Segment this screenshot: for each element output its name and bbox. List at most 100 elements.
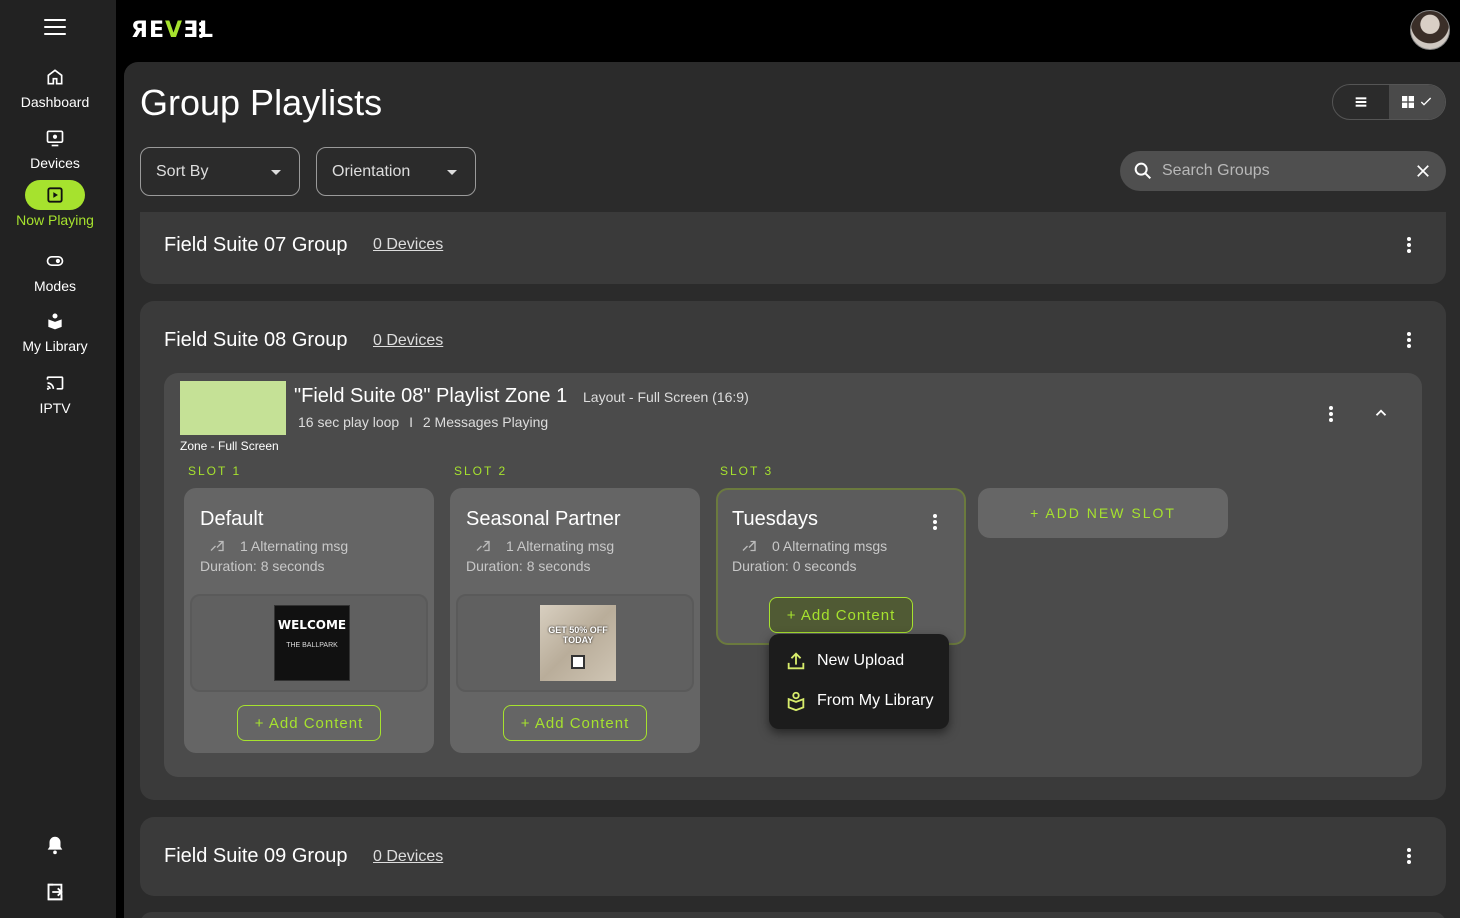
grid-icon bbox=[1402, 96, 1414, 108]
slot-more-icon[interactable] bbox=[928, 512, 942, 532]
zone-thumbnail bbox=[180, 381, 286, 435]
zone-title: "Field Suite 08" Playlist Zone 1 bbox=[294, 385, 568, 407]
group-card: Field Suite 09 Group 0 Devices bbox=[140, 817, 1446, 896]
group-name: Field Suite 09 Group bbox=[164, 845, 348, 867]
check-icon bbox=[1420, 97, 1432, 106]
sidebar-item-modes[interactable]: Modes bbox=[0, 246, 110, 294]
search-bar bbox=[1120, 151, 1446, 191]
sidebar-item-label: Now Playing bbox=[16, 212, 94, 228]
zone-separator: I bbox=[409, 414, 413, 430]
add-content-button[interactable]: + Add Content bbox=[503, 705, 647, 741]
chevron-down-icon bbox=[271, 170, 281, 175]
search-icon bbox=[1134, 162, 1152, 180]
shuffle-icon bbox=[476, 540, 490, 552]
zone-loop: 16 sec play loop bbox=[298, 414, 400, 430]
menu-item-from-library[interactable]: From My Library bbox=[785, 690, 933, 712]
page-title: Group Playlists bbox=[140, 82, 383, 123]
toggle-icon bbox=[25, 246, 85, 276]
orientation-select[interactable]: Orientation bbox=[316, 147, 476, 196]
sidebar-item-my-library[interactable]: My Library bbox=[0, 306, 110, 354]
close-icon[interactable] bbox=[1414, 162, 1432, 180]
shuffle-icon bbox=[742, 540, 756, 552]
display-icon bbox=[25, 123, 85, 153]
chevron-up-icon[interactable] bbox=[1372, 404, 1390, 422]
add-content-button[interactable]: + Add Content bbox=[237, 705, 381, 741]
group-devices-link[interactable]: 0 Devices bbox=[373, 236, 443, 254]
more-icon[interactable] bbox=[1402, 330, 1416, 350]
list-view-button[interactable] bbox=[1333, 85, 1389, 119]
sidebar-item-iptv[interactable]: IPTV bbox=[0, 368, 110, 416]
alternating-count: 1 Alternating msg bbox=[240, 538, 349, 554]
sidebar-item-label: Dashboard bbox=[20, 94, 90, 110]
slot-preview: GET 50% OFF TODAY bbox=[456, 594, 694, 692]
list-icon bbox=[1355, 97, 1367, 107]
content-thumbnail[interactable]: GET 50% OFF TODAY bbox=[540, 605, 616, 681]
group-devices-link[interactable]: 0 Devices bbox=[373, 332, 443, 350]
more-icon[interactable] bbox=[1402, 235, 1416, 255]
group-devices-link[interactable]: 0 Devices bbox=[373, 848, 443, 866]
add-content-button[interactable]: + Add Content bbox=[769, 597, 913, 633]
slot-label: SLOT 3 bbox=[720, 464, 774, 478]
home-icon bbox=[25, 62, 85, 92]
search-input[interactable] bbox=[1162, 162, 1402, 180]
add-new-slot-button[interactable]: + ADD NEW SLOT bbox=[978, 488, 1228, 538]
thumbnail-text: WELCOME bbox=[277, 618, 347, 632]
alternating-count: 1 Alternating msg bbox=[506, 538, 615, 554]
slot-duration: Duration: 0 seconds bbox=[732, 558, 857, 574]
more-icon[interactable] bbox=[1402, 846, 1416, 866]
logout-icon[interactable] bbox=[44, 881, 66, 903]
sort-by-select[interactable]: Sort By bbox=[140, 147, 300, 196]
sidebar-item-label: Modes bbox=[33, 278, 77, 294]
logo-accent: V bbox=[164, 18, 183, 43]
slot-label: SLOT 2 bbox=[454, 464, 508, 478]
shuffle-icon bbox=[210, 540, 224, 552]
menu-item-label: New Upload bbox=[817, 652, 905, 669]
slot-preview: WELCOME THE BALLPARK bbox=[190, 594, 428, 692]
app-more-icon[interactable] bbox=[194, 20, 208, 40]
menu-item-label: From My Library bbox=[817, 692, 934, 709]
zone-more-icon[interactable] bbox=[1324, 404, 1338, 424]
slot-alternating: 1 Alternating msg bbox=[474, 537, 614, 555]
slot-title: Tuesdays bbox=[732, 508, 818, 530]
menu-item-new-upload[interactable]: New Upload bbox=[785, 650, 904, 672]
cast-icon bbox=[25, 368, 85, 398]
group-card-partial bbox=[140, 912, 1446, 918]
group-card: Field Suite 07 Group 0 Devices bbox=[140, 212, 1446, 284]
slot-title: Seasonal Partner bbox=[466, 508, 621, 530]
slot-card[interactable]: Tuesdays 0 Alternating msgs Duration: 0 … bbox=[716, 488, 966, 645]
upload-icon bbox=[787, 652, 805, 670]
library-icon bbox=[787, 691, 805, 712]
thumbnail-text: GET 50% OFF TODAY bbox=[548, 625, 608, 645]
alternating-count: 0 Alternating msgs bbox=[772, 538, 888, 554]
grid-view-button[interactable] bbox=[1389, 85, 1445, 119]
add-content-menu: New Upload From My Library bbox=[769, 634, 949, 729]
sidebar-item-devices[interactable]: Devices bbox=[0, 123, 110, 171]
sidebar-item-label: My Library bbox=[22, 338, 88, 354]
orientation-label: Orientation bbox=[332, 162, 411, 180]
sort-by-label: Sort By bbox=[156, 162, 209, 180]
zone-meta: 16 sec play loop I 2 Messages Playing bbox=[298, 414, 548, 430]
zone-layout: Layout - Full Screen (16:9) bbox=[583, 389, 749, 405]
menu-icon[interactable] bbox=[44, 19, 66, 35]
sidebar-item-dashboard[interactable]: Dashboard bbox=[0, 62, 110, 110]
sidebar-item-now-playing[interactable]: Now Playing bbox=[0, 180, 110, 228]
play-box-icon bbox=[25, 180, 85, 210]
library-icon bbox=[25, 306, 85, 336]
slot-card[interactable]: Default 1 Alternating msg Duration: 8 se… bbox=[184, 488, 434, 753]
zone-thumbnail-label: Zone - Full Screen bbox=[180, 439, 279, 453]
content-thumbnail[interactable]: WELCOME THE BALLPARK bbox=[274, 605, 350, 681]
bell-icon[interactable] bbox=[44, 834, 66, 856]
user-avatar[interactable] bbox=[1410, 10, 1450, 50]
logo-text: ЯE bbox=[131, 18, 165, 43]
slot-duration: Duration: 8 seconds bbox=[200, 558, 325, 574]
qr-code-icon bbox=[571, 655, 585, 669]
sidebar-item-label: Devices bbox=[30, 155, 80, 171]
slot-alternating: 0 Alternating msgs bbox=[740, 537, 887, 555]
zone-messages: 2 Messages Playing bbox=[422, 414, 549, 430]
thumbnail-subtext: THE BALLPARK bbox=[286, 642, 338, 649]
slot-duration: Duration: 8 seconds bbox=[466, 558, 591, 574]
slot-title: Default bbox=[200, 508, 264, 530]
slot-label: SLOT 1 bbox=[188, 464, 242, 478]
chevron-down-icon bbox=[447, 170, 457, 175]
slot-card[interactable]: Seasonal Partner 1 Alternating msg Durat… bbox=[450, 488, 700, 753]
